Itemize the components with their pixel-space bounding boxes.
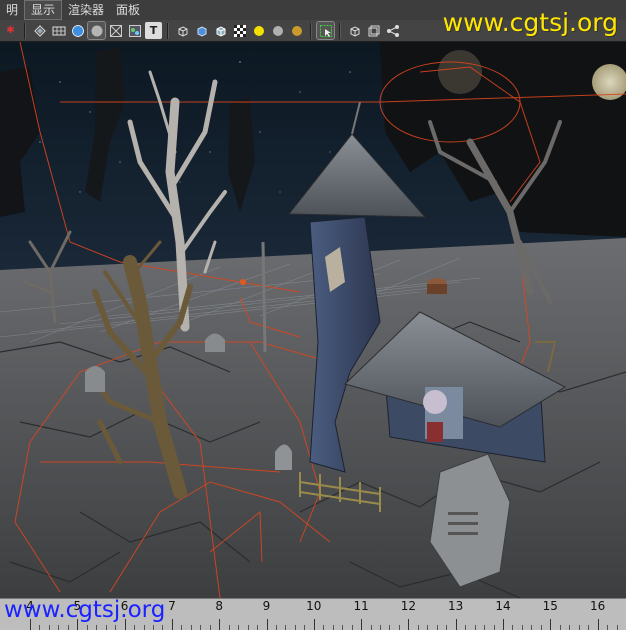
timeline-label: 11 (353, 599, 368, 613)
timeline-major-tick (503, 619, 504, 630)
timeline-minor-tick (371, 625, 372, 630)
timeline-minor-tick (399, 625, 400, 630)
timeline-major-tick (219, 619, 220, 630)
sphere-icon[interactable] (69, 22, 86, 39)
timeline-minor-tick (579, 625, 580, 630)
watermark-top: www.cgtsj.org (443, 8, 618, 37)
timeline-label: 8 (215, 599, 223, 613)
timeline-minor-tick (560, 625, 561, 630)
timeline-minor-tick (181, 625, 182, 630)
text-icon[interactable]: T (145, 22, 162, 39)
timeline-minor-tick (39, 625, 40, 630)
timeline-minor-tick (49, 625, 50, 630)
timeline-minor-tick (58, 625, 59, 630)
texture-icon[interactable] (126, 22, 143, 39)
cube-solid-icon[interactable] (193, 22, 210, 39)
timeline-major-tick (550, 619, 551, 630)
timeline-minor-tick (446, 625, 447, 630)
cube-texture-icon[interactable] (212, 22, 229, 39)
timeline-major-tick (598, 619, 599, 630)
timeline-minor-tick (569, 625, 570, 630)
timeline-major-tick (314, 619, 315, 630)
timeline-minor-tick (531, 625, 532, 630)
light-gold-icon[interactable] (288, 22, 305, 39)
timeline-minor-tick (162, 625, 163, 630)
timeline-label: 13 (448, 599, 463, 613)
timeline-label: 10 (306, 599, 321, 613)
timeline-minor-tick (68, 625, 69, 630)
timeline-minor-tick (494, 625, 495, 630)
timeline-minor-tick (418, 625, 419, 630)
timeline-minor-tick (134, 625, 135, 630)
timeline-minor-tick (323, 625, 324, 630)
flat-sphere-icon[interactable] (88, 22, 105, 39)
timeline-label: 15 (543, 599, 558, 613)
timeline-minor-tick (437, 625, 438, 630)
timeline-label: 7 (168, 599, 176, 613)
smooth-shade-icon[interactable] (31, 22, 48, 39)
timeline-minor-tick (484, 625, 485, 630)
xray-icon[interactable] (107, 22, 124, 39)
perspective-viewport[interactable]: persp (0, 42, 626, 598)
scene-render (0, 42, 626, 598)
menu-lighting[interactable]: 明 (0, 1, 24, 19)
bookmark-red-icon[interactable]: ✱ (2, 22, 19, 39)
timeline-label: 14 (495, 599, 510, 613)
menu-renderer[interactable]: 渲染器 (62, 1, 110, 19)
timeline-minor-tick (475, 625, 476, 630)
timeline-minor-tick (96, 625, 97, 630)
watermark-bottom: www.cgtsj.org (4, 597, 165, 623)
frame-icon[interactable] (365, 22, 382, 39)
light-yellow-icon[interactable] (250, 22, 267, 39)
timeline-major-tick (267, 619, 268, 630)
timeline-minor-tick (295, 625, 296, 630)
share-icon[interactable] (384, 22, 401, 39)
timeline-minor-tick (333, 625, 334, 630)
timeline-minor-tick (352, 625, 353, 630)
cube-wire-icon[interactable] (174, 22, 191, 39)
timeline-minor-tick (115, 625, 116, 630)
timeline-minor-tick (304, 625, 305, 630)
timeline-major-tick (408, 619, 409, 630)
light-grey-icon[interactable] (269, 22, 286, 39)
timeline-minor-tick (200, 625, 201, 630)
timeline-minor-tick (342, 625, 343, 630)
isolate-cube-icon[interactable] (346, 22, 363, 39)
timeline-major-tick (361, 619, 362, 630)
select-camera-icon[interactable] (317, 22, 334, 39)
timeline-minor-tick (248, 625, 249, 630)
timeline-label: 12 (401, 599, 416, 613)
timeline-minor-tick (465, 625, 466, 630)
timeline-minor-tick (380, 625, 381, 630)
wireframe-icon[interactable] (50, 22, 67, 39)
timeline-minor-tick (541, 625, 542, 630)
timeline-minor-tick (512, 625, 513, 630)
timeline-minor-tick (106, 625, 107, 630)
timeline-label: 16 (590, 599, 605, 613)
timeline-minor-tick (210, 625, 211, 630)
timeline-minor-tick (617, 625, 618, 630)
timeline-minor-tick (588, 625, 589, 630)
timeline-minor-tick (191, 625, 192, 630)
timeline-minor-tick (276, 625, 277, 630)
menu-panels[interactable]: 面板 (110, 1, 146, 19)
timeline-minor-tick (607, 625, 608, 630)
timeline-minor-tick (144, 625, 145, 630)
timeline-minor-tick (427, 625, 428, 630)
timeline-minor-tick (257, 625, 258, 630)
timeline-minor-tick (285, 625, 286, 630)
timeline-major-tick (172, 619, 173, 630)
timeline-major-tick (456, 619, 457, 630)
timeline-label: 9 (263, 599, 271, 613)
timeline-minor-tick (153, 625, 154, 630)
menu-show[interactable]: 显示 (24, 0, 62, 20)
checker-icon[interactable] (231, 22, 248, 39)
timeline-minor-tick (522, 625, 523, 630)
timeline-minor-tick (238, 625, 239, 630)
timeline-minor-tick (389, 625, 390, 630)
timeline-minor-tick (229, 625, 230, 630)
timeline-minor-tick (87, 625, 88, 630)
